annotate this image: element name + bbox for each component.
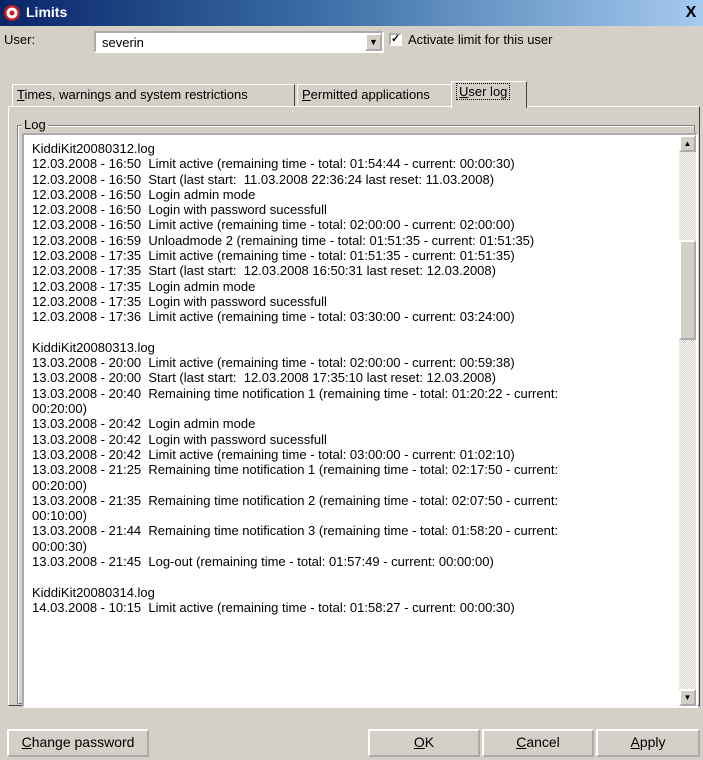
button-label: K: [424, 734, 435, 750]
log-line: KiddiKit20080314.log: [32, 584, 155, 600]
log-line: 12.03.2008 - 17:35 Login admin mode: [32, 278, 256, 294]
log-line: 13.03.2008 - 21:35 Remaining time notifi…: [32, 492, 559, 508]
log-line: 12.03.2008 - 16:50 Login admin mode: [32, 186, 256, 202]
activate-limit-checkbox[interactable]: ✓: [389, 33, 402, 46]
button-label: pply: [639, 734, 666, 750]
log-line: 13.03.2008 - 21:44 Remaining time notifi…: [32, 523, 559, 539]
button-mnemonic: C: [21, 734, 32, 750]
ok-button[interactable]: OK: [368, 729, 480, 757]
log-line: 13.03.2008 - 20:40 Remaining time notifi…: [32, 385, 559, 401]
cancel-button[interactable]: Cancel: [482, 729, 594, 757]
log-line: 12.03.2008 - 17:35 Login with password s…: [32, 293, 327, 309]
title-bar[interactable]: Limits X: [0, 0, 703, 26]
log-line: KiddiKit20080313.log: [32, 339, 155, 355]
scroll-down-icon[interactable]: ▼: [679, 689, 696, 706]
log-line: 00:20:00): [32, 401, 87, 417]
log-line: 12.03.2008 - 16:50 Limit active (remaini…: [32, 156, 515, 172]
gear-icon: [4, 5, 20, 21]
close-icon[interactable]: X: [681, 3, 701, 22]
window-title: Limits: [26, 4, 68, 20]
log-line: 13.03.2008 - 20:00 Start (last start: 12…: [32, 370, 496, 386]
button-mnemonic: C: [516, 734, 527, 750]
log-line: 12.03.2008 - 16:50 Limit active (remaini…: [32, 217, 515, 233]
tab-mnemonic: P: [302, 87, 311, 102]
user-select-value: severin: [102, 35, 144, 50]
log-line: 12.03.2008 - 16:59 Unloadmode 2 (remaini…: [32, 232, 535, 248]
tab-applications[interactable]: Permitted applications: [297, 84, 452, 106]
scroll-thumb[interactable]: [679, 240, 696, 340]
log-line: 00:20:00): [32, 477, 87, 493]
button-label: ancel: [526, 734, 560, 750]
button-mnemonic: O: [413, 734, 425, 750]
log-group-label: Log: [22, 117, 48, 132]
change-password-button[interactable]: Change password: [7, 729, 149, 757]
chevron-down-icon[interactable]: ▼: [365, 33, 382, 51]
button-mnemonic: A: [630, 734, 640, 750]
log-line: 13.03.2008 - 21:45 Log-out (remaining ti…: [32, 554, 494, 570]
tab-user-log[interactable]: User log: [451, 81, 527, 108]
activate-limit-label: Activate limit for this user: [408, 32, 553, 47]
log-line: 13.03.2008 - 20:42 Limit active (remaini…: [32, 446, 515, 462]
log-line: 12.03.2008 - 16:50 Start (last start: 11…: [32, 171, 495, 187]
tab-label: ser log: [468, 84, 508, 99]
log-line: 00:10:00): [32, 508, 87, 524]
scroll-up-icon[interactable]: ▲: [679, 135, 696, 152]
tab-label: ermitted applications: [310, 87, 430, 102]
log-textbox[interactable]: KiddiKit20080312.log 12.03.2008 - 16:50 L…: [22, 133, 698, 708]
log-line: 12.03.2008 - 17:35 Start (last start: 12…: [32, 263, 496, 279]
user-select[interactable]: severin ▼: [94, 31, 384, 53]
user-label: User:: [4, 32, 36, 47]
log-line: 12.03.2008 - 17:35 Limit active (remaini…: [32, 248, 515, 264]
log-line: 13.03.2008 - 21:25 Remaining time notifi…: [32, 462, 559, 478]
tab-label: imes, warnings and system restrictions: [24, 87, 248, 102]
button-label: hange password: [31, 734, 135, 750]
log-line: 12.03.2008 - 17:36 Limit active (remaini…: [32, 309, 515, 325]
log-line: 12.03.2008 - 16:50 Login with password s…: [32, 202, 327, 218]
tab-mnemonic: U: [459, 84, 469, 99]
vertical-scrollbar[interactable]: ▲ ▼: [679, 135, 696, 706]
log-line: 13.03.2008 - 20:42 Login admin mode: [32, 416, 256, 432]
tab-restrictions[interactable]: Times, warnings and system restrictions: [12, 84, 295, 106]
log-line: 14.03.2008 - 10:15 Limit active (remaini…: [32, 599, 515, 615]
log-line: 13.03.2008 - 20:00 Limit active (remaini…: [32, 355, 515, 371]
log-line: KiddiKit20080312.log: [32, 141, 155, 156]
log-line: 13.03.2008 - 20:42 Login with password s…: [32, 431, 327, 447]
log-line: 00:00:30): [32, 538, 87, 554]
log-text: KiddiKit20080312.log 12.03.2008 - 16:50 L…: [32, 141, 672, 615]
apply-button[interactable]: Apply: [596, 729, 700, 757]
